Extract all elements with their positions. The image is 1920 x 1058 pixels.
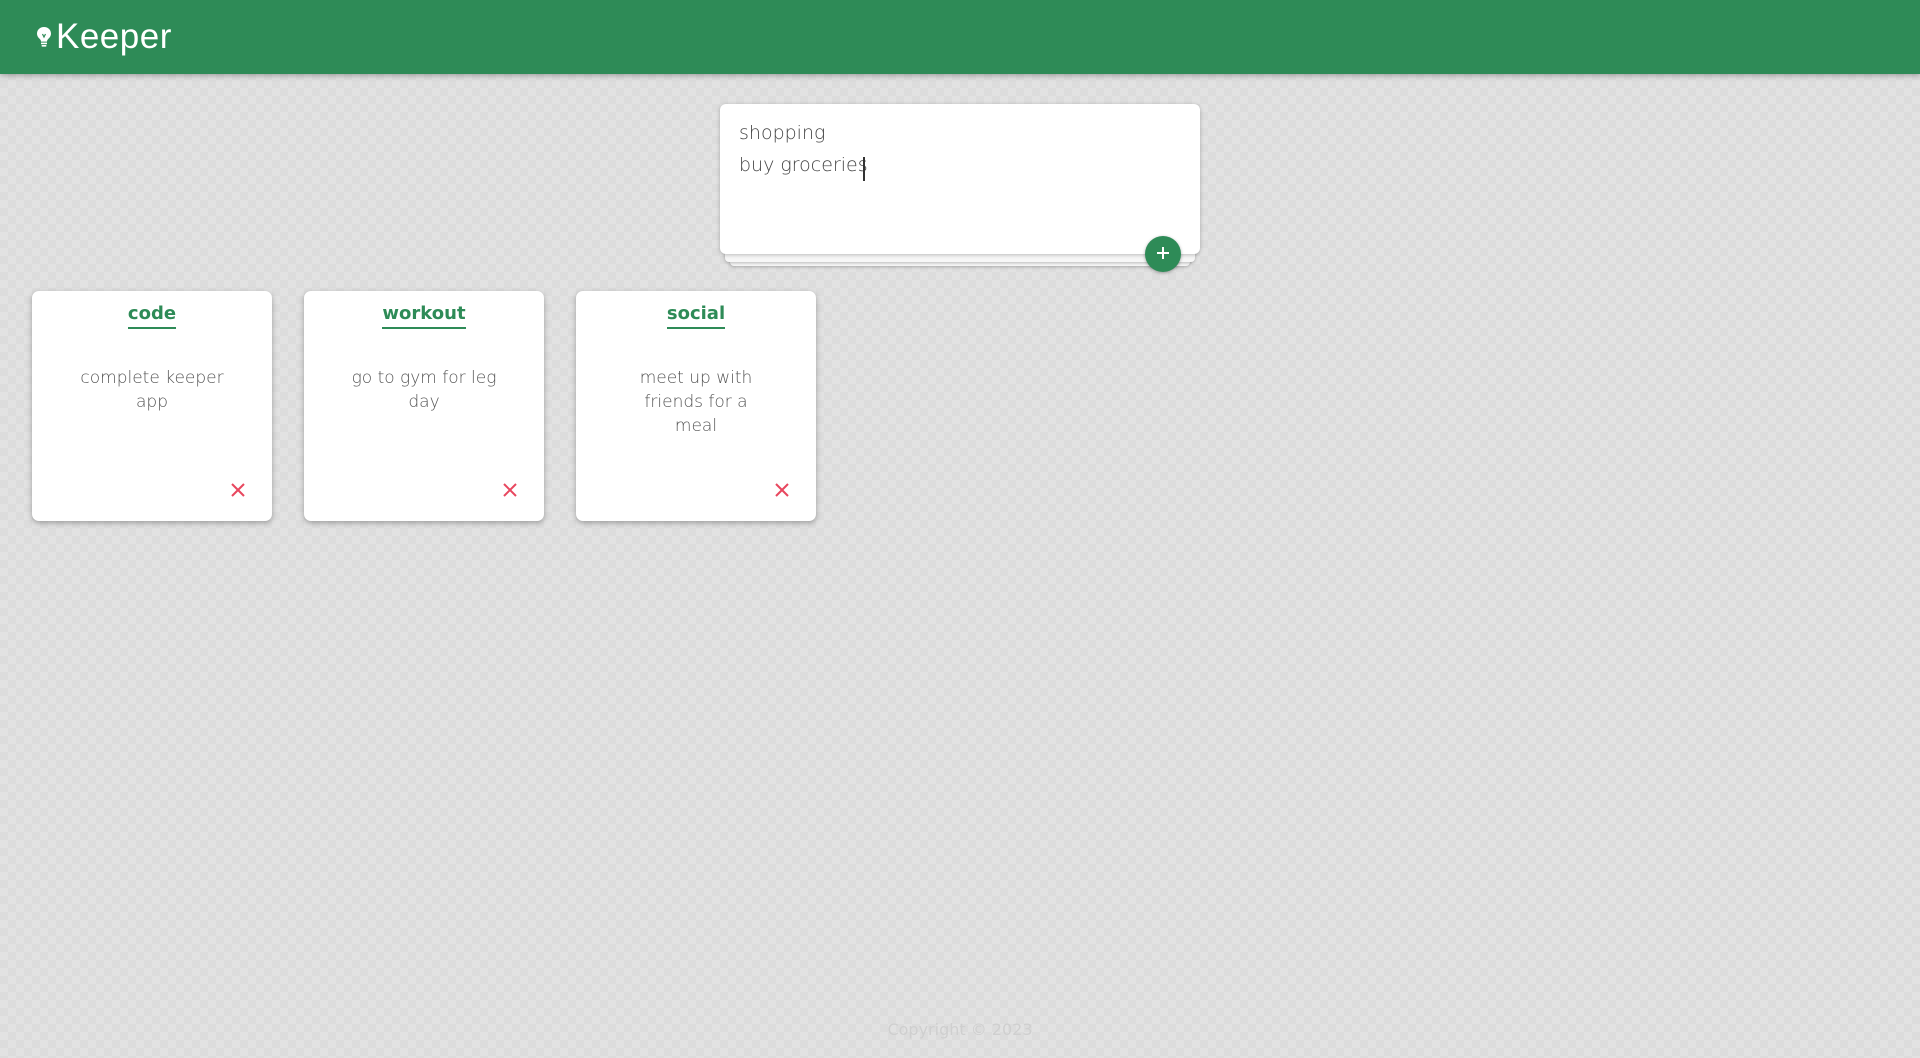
close-icon	[502, 482, 518, 501]
note-content-input[interactable]: buy groceries	[739, 154, 1179, 234]
note-title: social	[666, 302, 726, 329]
close-icon	[774, 482, 790, 501]
text-caret	[863, 157, 865, 181]
note-title: workout	[382, 302, 466, 329]
note-title-input[interactable]	[739, 122, 1179, 144]
lightbulb-icon	[36, 26, 52, 48]
delete-note-button[interactable]	[770, 479, 794, 503]
note-card: workout go to gym for leg day	[304, 291, 544, 521]
close-icon	[230, 482, 246, 501]
page-footer: Copyright © 2023	[0, 1020, 1920, 1039]
note-card: code complete keeper app	[32, 291, 272, 521]
app-header: Keeper	[0, 0, 1920, 74]
app-title: Keeper	[56, 17, 172, 56]
plus-icon	[1155, 245, 1171, 264]
note-content: complete keeper app	[80, 368, 224, 413]
brand: Keeper	[36, 17, 172, 57]
note-card: social meet up with friends for a meal	[576, 291, 816, 521]
create-note-area: buy groceries	[720, 104, 1200, 266]
copyright-text: Copyright © 2023	[887, 1020, 1033, 1039]
note-title: code	[127, 302, 177, 329]
note-content: meet up with friends for a meal	[639, 368, 753, 437]
delete-note-button[interactable]	[226, 479, 250, 503]
add-note-button[interactable]	[1145, 236, 1181, 272]
delete-note-button[interactable]	[498, 479, 522, 503]
create-note-form: buy groceries	[720, 104, 1200, 254]
note-content: go to gym for leg day	[351, 368, 497, 413]
